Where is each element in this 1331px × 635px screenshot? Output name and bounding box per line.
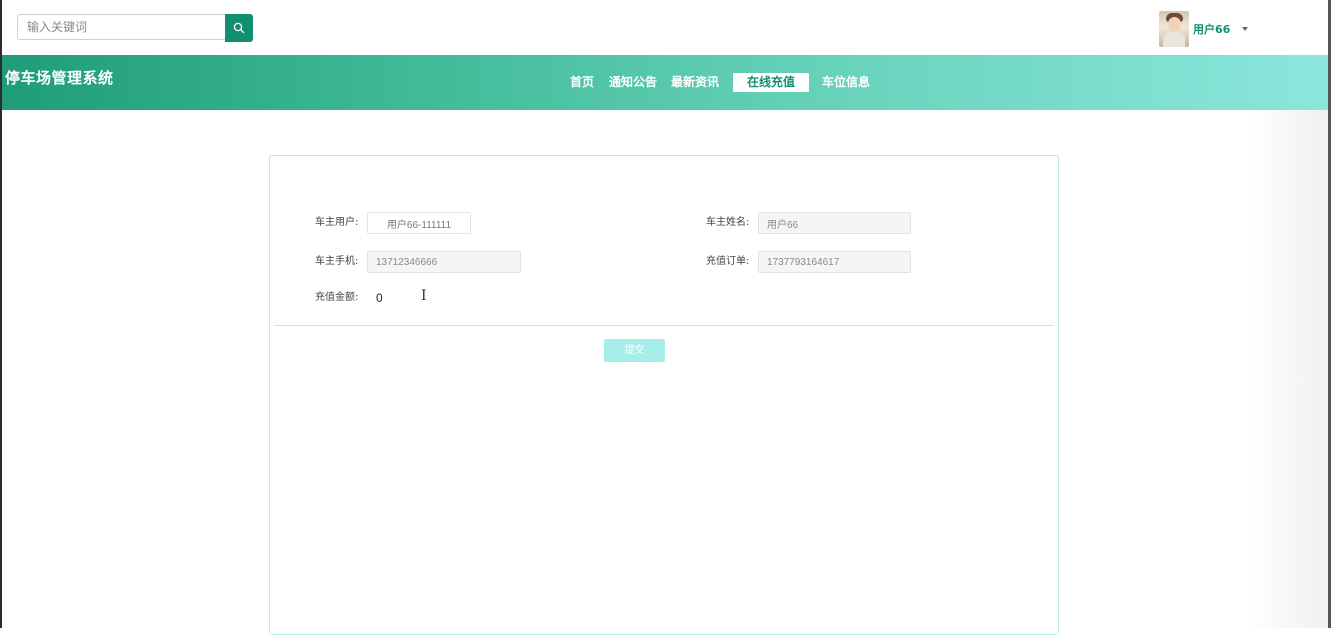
avatar[interactable] [1159,11,1189,47]
recharge-order-field[interactable] [758,251,911,273]
recharge-amount-label: 充值金额: [315,292,359,303]
search-icon [233,22,245,34]
search-input[interactable] [17,14,226,40]
owner-phone-label: 车主手机: [315,256,359,267]
owner-user-field[interactable] [367,212,471,234]
nav-news[interactable]: 最新资讯 [671,73,719,92]
owner-name-field[interactable] [758,212,911,234]
nav-parking-info[interactable]: 车位信息 [822,73,870,92]
top-bar: 用户66 [2,0,1328,55]
owner-name-label: 车主姓名: [706,217,750,228]
recharge-order-label: 充值订单: [706,256,750,267]
site-title: 停车场管理系统 [5,69,114,87]
page-edge-shadow [1248,110,1328,628]
user-menu[interactable]: 用户66 [1159,11,1249,47]
submit-button[interactable]: 提交 [604,339,665,362]
caret-down-icon[interactable] [1242,27,1249,31]
user-name[interactable]: 用户66 [1193,21,1230,37]
form-divider [274,325,1054,326]
search-button[interactable] [225,14,253,42]
owner-phone-field[interactable] [367,251,521,273]
nav-home[interactable]: 首页 [570,73,594,92]
main-nav: 停车场管理系统 首页 通知公告 最新资讯 在线充值 车位信息 [2,55,1328,110]
text-cursor-icon: I [421,288,427,304]
recharge-form-panel: 车主用户: 车主姓名: 车主手机: 充值订单: 充值金额: 提交 [269,155,1059,635]
nav-notices[interactable]: 通知公告 [609,73,657,92]
owner-user-label: 车主用户: [315,217,359,228]
nav-online-recharge[interactable]: 在线充值 [733,73,810,92]
recharge-amount-input[interactable] [374,287,494,309]
